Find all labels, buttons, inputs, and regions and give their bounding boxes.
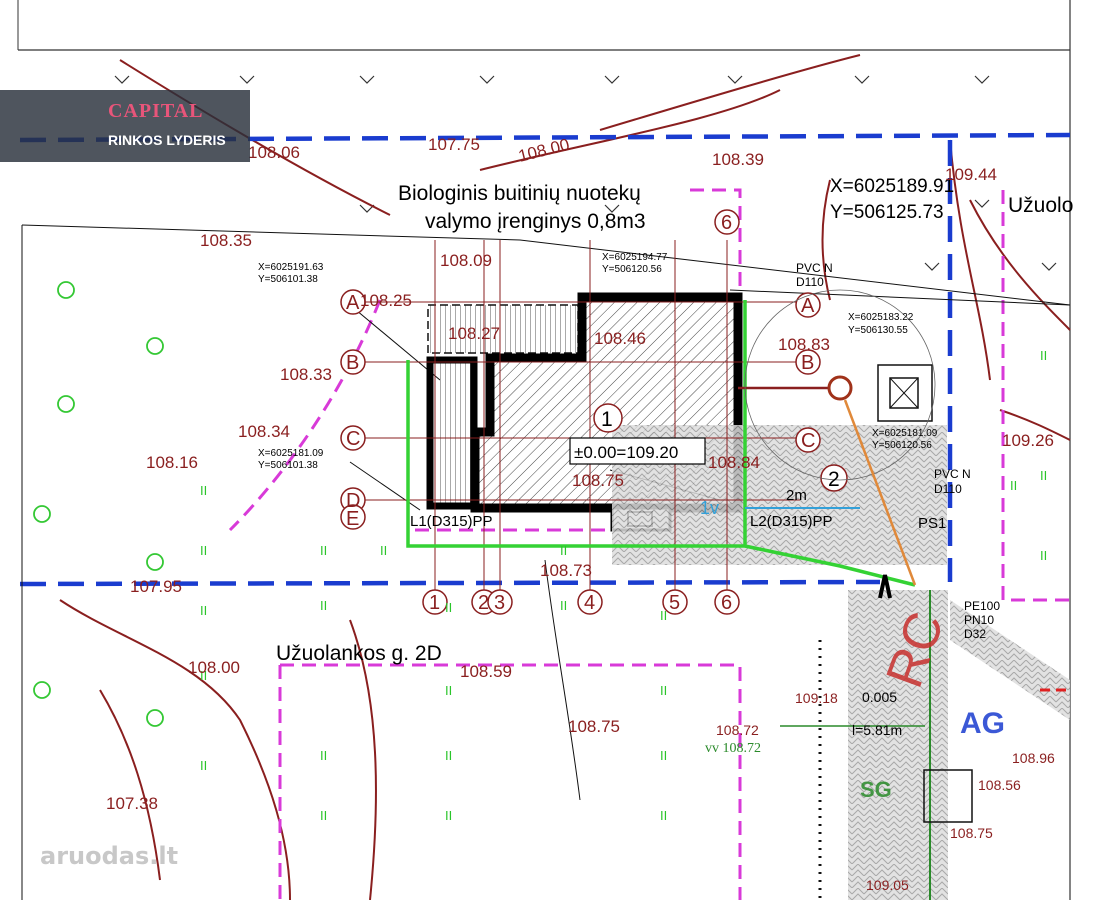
axis-number: 4 [584,592,595,614]
elevation-label: 108.56 [978,777,1021,793]
length-mark: l=5.81m [852,722,902,738]
pipe-pe: PE100 [964,599,1000,613]
axis-number: 6 [721,592,732,614]
elevation-label: 109.26 [1002,431,1054,450]
level-mark: 1v [700,498,719,518]
axis-numbers: 1 2 3 4 5 6 6 [429,212,732,614]
watermark: aruodas.lt [40,842,179,870]
elevation-label: 108.72 [716,722,759,738]
building-zero-level: ±0.00=109.20 [574,443,678,462]
coord-2-y: Y=506120.56 [602,264,662,275]
elevation-label: 109.05 [866,877,909,893]
elevation-label: 108.75 [572,471,624,490]
coord-5-x: X=6025181.09 [872,428,938,439]
elevation-label: 109.18 [795,690,838,706]
elevation-label: 108.35 [200,231,252,250]
elevation-label: 107.75 [428,135,480,154]
pipe-pvc-top: PVC N [796,261,833,275]
title-line-2: valymo įrenginys 0,8m3 [425,210,646,233]
axis-letter: C [801,430,815,452]
pump-station-label: PS1 [918,515,946,532]
pipe-pvc-right-d: D110 [934,482,962,496]
elevation-label: 108.59 [460,662,512,681]
axis-letter: E [346,508,359,530]
elevation-label: 108.84 [708,453,760,472]
axis-letter: B [346,352,359,374]
pipe-pvc-right: PVC N [934,467,971,481]
coord-3-x: X=6025183.22 [848,312,914,323]
street-label-right: Užuolo [1008,194,1073,217]
coord-3-y: Y=506130.55 [848,325,908,336]
axis-number: 2 [478,592,489,614]
distance-mark: 2m [786,487,807,504]
logo-brand: CAPITAL [108,100,204,122]
elevation-label: 108.09 [440,251,492,270]
capital-logo-badge: CAPITAL RINKOS LYDERIS [0,90,250,162]
elevation-label: 109.44 [945,165,997,184]
coord-4-y: Y=506101.38 [258,460,318,471]
pipe-l1: L1(D315)PP [410,513,493,530]
pipe-d32: D32 [964,627,986,641]
axis-letter: A [346,292,360,314]
elevation-label: 108.25 [360,291,412,310]
coord-1-x: X=6025191.63 [258,262,324,273]
coord-top-y: Y=506125.73 [830,202,944,223]
elevation-label: 108.46 [594,329,646,348]
axis-number: 3 [494,592,505,614]
axis-number: 1 [429,592,440,614]
elevation-label: 107.95 [130,577,182,596]
axis-letter: B [801,352,814,374]
coord-4-x: X=6025181.09 [258,448,324,459]
elevation-label: 108.00 [516,135,571,166]
pipe-pn: PN10 [964,613,994,627]
slope-mark: 0.005 [862,689,897,705]
logo-tagline: RINKOS LYDERIS [108,132,226,148]
elevation-label: 108.27 [448,324,500,343]
elevation-label: 108.00 [188,658,240,677]
axis-letter: C [346,428,360,450]
elevation-label: 108.75 [950,825,993,841]
elevation-label: 108.96 [1012,750,1055,766]
street-label: Užuolankos g. 2D [276,642,442,665]
coord-1-y: Y=506101.38 [258,274,318,285]
title-line-1: Biologinis buitinių nuotekų [398,182,641,205]
pipe-pvc-top-d: D110 [796,275,824,289]
coord-top-x: X=6025189.91 [830,176,954,197]
axis-number: 5 [669,592,680,614]
elevation-label: 107.38 [106,794,158,813]
elevation-labels: 108.06 107.75 108.00 108.39 109.44 108.3… [106,135,1055,893]
elevation-label: 108.06 [248,143,300,162]
elevation-label: 108.16 [146,453,198,472]
elevation-label: 108.39 [712,150,764,169]
building-number: 1 [601,408,613,431]
water-elevation: vv 108.72 [705,741,761,756]
elevation-label: 108.34 [238,422,290,441]
structure-number-2: 2 [828,468,840,491]
pipe-l2: L2(D315)PP [750,513,833,530]
axis-letter: A [801,295,815,317]
coord-2-x: X=6025194.77 [602,252,668,263]
coord-5-y: Y=506120.56 [872,440,932,451]
elevation-label: 108.73 [540,561,592,580]
axis-number: 6 [721,212,732,234]
elevation-label: 108.75 [568,717,620,736]
elevation-label: 108.33 [280,365,332,384]
axis-letters: A B C D E A B C [346,292,815,530]
